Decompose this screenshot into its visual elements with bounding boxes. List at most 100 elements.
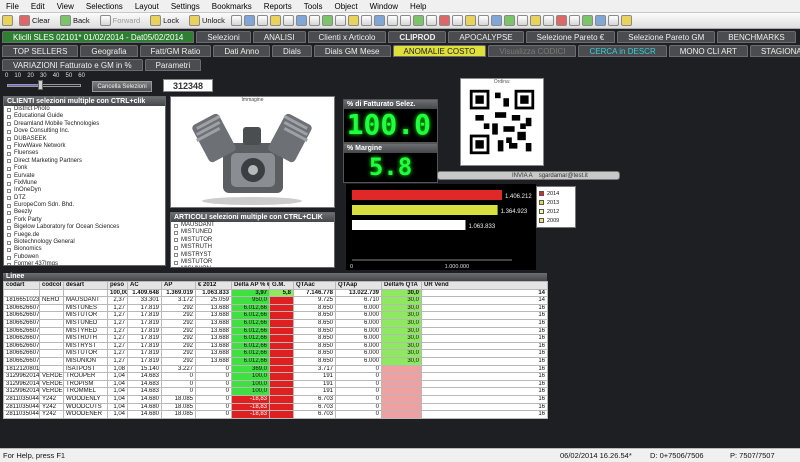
toolbar-icon[interactable] xyxy=(555,15,567,26)
toolbar-icon[interactable] xyxy=(295,15,307,26)
toolbar-icon[interactable] xyxy=(321,15,333,26)
clear-button[interactable]: Clear xyxy=(15,14,54,27)
sheet-tab[interactable]: CERCA in DESCR xyxy=(578,45,667,57)
bar-2014[interactable] xyxy=(352,190,502,200)
table-row[interactable]: 1806626607 MISTUTOR 1,27 17.819 292 13.688 6.0… xyxy=(3,349,548,358)
sheet-tab[interactable]: Dials GM Mese xyxy=(313,45,391,57)
sheet-tab[interactable]: Selezione Pareto GM xyxy=(617,31,716,43)
sheet-tab[interactable]: Selezioni xyxy=(196,31,251,43)
list-item[interactable]: Fuege.de xyxy=(4,232,165,239)
list-item[interactable]: DTZ xyxy=(4,195,165,202)
list-item[interactable]: Educational Guide xyxy=(4,113,165,120)
list-item[interactable]: Fubowen xyxy=(4,254,165,261)
unlock-button[interactable]: Unlock xyxy=(185,14,229,27)
toolbar-icon[interactable] xyxy=(230,15,242,26)
list-item[interactable]: FlowWave Network xyxy=(4,143,165,150)
toolbar-icon[interactable] xyxy=(438,15,450,26)
column-header[interactable]: desart xyxy=(63,281,108,290)
sheet-tab[interactable]: TOP SELLERS xyxy=(2,45,79,57)
sheet-tab[interactable]: Clienti x Articolo xyxy=(307,31,387,43)
list-item[interactable]: Direct Marketing Partners xyxy=(4,158,165,165)
list-item[interactable]: Dreamland Mobile Technologies xyxy=(4,121,165,128)
toolbar-icon[interactable] xyxy=(334,15,346,26)
table-row[interactable]: 1806626607 MISTUNES 1,27 17.819 292 13.688 6.0… xyxy=(3,303,548,313)
list-item[interactable]: Beezly xyxy=(4,209,165,216)
lock-button[interactable]: Lock xyxy=(146,14,183,27)
sheet-tab[interactable]: VARIAZIONI Fatturato e GM in % xyxy=(2,59,143,71)
sheet-tab[interactable]: CLIPROD xyxy=(388,31,447,43)
toolbar-icon[interactable] xyxy=(308,15,320,26)
list-item[interactable]: Biotechnology General xyxy=(4,239,165,246)
toolbar-icon[interactable] xyxy=(360,15,372,26)
column-header[interactable]: G.M. xyxy=(269,281,294,290)
toolbar-icon[interactable] xyxy=(464,15,476,26)
toolbar-icon[interactable] xyxy=(373,15,385,26)
sheet-tab[interactable]: Parametri xyxy=(144,59,202,71)
list-item[interactable]: MISTUTOR xyxy=(171,237,334,244)
sheet-tab[interactable]: Kliclli SLES 02101* 01/02/2014 - Dat05/0… xyxy=(2,31,195,43)
column-header[interactable]: Delta AP % € xyxy=(231,281,270,290)
list-item[interactable]: DUBASEEK xyxy=(4,136,165,143)
percent-slider[interactable]: 0 10 20 30 40 50 60 xyxy=(5,73,85,93)
list-item[interactable]: Fonk xyxy=(4,165,165,172)
slider-handle[interactable] xyxy=(38,80,44,90)
toolbar-icon[interactable] xyxy=(399,15,411,26)
sheet-tab[interactable]: MONO CLI ART xyxy=(668,45,748,57)
menu-item[interactable]: Reports xyxy=(258,2,298,11)
list-item[interactable]: Former 437Imgs xyxy=(4,261,165,265)
toolbar-icon[interactable] xyxy=(477,15,489,26)
list-item[interactable]: MISUNION xyxy=(171,266,334,267)
list-item[interactable]: Bionomics xyxy=(4,246,165,253)
list-item[interactable]: District Photo xyxy=(4,106,165,113)
toolbar-icon[interactable] xyxy=(568,15,580,26)
list-item[interactable]: EuropeCom Sdn. Bhd. xyxy=(4,202,165,209)
table-row[interactable]: 1806626607 MISTRYST 1,27 17.819 292 13.688 6.0… xyxy=(3,341,548,351)
toolbar-icon[interactable] xyxy=(269,15,281,26)
toolbar-icon[interactable] xyxy=(243,15,255,26)
menu-item[interactable]: Edit xyxy=(25,2,51,11)
toolbar-icon[interactable] xyxy=(607,15,619,26)
cancella-selezioni-button[interactable]: Cancella Selezioni xyxy=(92,81,152,92)
sheet-tab[interactable]: Fatt/GM Ratio xyxy=(139,45,212,57)
toolbar-icon[interactable] xyxy=(490,15,502,26)
menu-item[interactable]: Window xyxy=(364,2,404,11)
toolbar-icon[interactable] xyxy=(256,15,268,26)
list-item[interactable]: Fork Party xyxy=(4,217,165,224)
sheet-tab[interactable]: Selezione Pareto € xyxy=(525,31,616,43)
table-total-row[interactable]: 100,00 1.409.648 1.369.019 1.063.833 3,97 5,8… xyxy=(3,288,548,298)
table-row[interactable]: 1812120801 ISATPOST 1,08 15.140 3.227 0 369,0 3… xyxy=(3,364,548,374)
bar-2012[interactable] xyxy=(352,220,466,230)
toolbar-icon[interactable] xyxy=(594,15,606,26)
menu-item[interactable]: Help xyxy=(404,2,432,11)
column-header[interactable]: QTAap xyxy=(335,281,382,290)
list-item[interactable]: Eurvate xyxy=(4,173,165,180)
column-header[interactable]: peso xyxy=(107,281,128,290)
menu-item[interactable]: Object xyxy=(328,2,363,11)
sheet-tab[interactable]: Dati Anno xyxy=(213,45,271,57)
menu-item[interactable]: Settings xyxy=(165,2,206,11)
toolbar-icon[interactable] xyxy=(542,15,554,26)
column-header[interactable]: AC xyxy=(127,281,162,290)
sheet-tab[interactable]: ANOMALIE COSTO xyxy=(392,45,487,57)
table-row[interactable]: 3129962014 VERDE TROUPER 1,04 14.683 0 0 100,0 1… xyxy=(3,372,548,381)
menu-item[interactable]: Layout xyxy=(129,2,165,11)
toolbar-icon[interactable] xyxy=(516,15,528,26)
list-item[interactable]: Dove Consulting Inc. xyxy=(4,128,165,135)
back-button[interactable]: Back xyxy=(56,14,94,27)
table-row[interactable]: 1806626607 MISUNION 1,27 17.819 292 13.688 6.0… xyxy=(3,356,548,366)
menu-item[interactable]: Tools xyxy=(298,2,329,11)
table-row[interactable]: 3129962014 VERDE TROMMEL 1,04 14.683 0 0 100,0 1… xyxy=(3,387,548,396)
list-item[interactable]: InOneDyn xyxy=(4,187,165,194)
sheet-tab[interactable]: Dials xyxy=(272,45,312,57)
column-header[interactable]: AP xyxy=(161,281,196,290)
toolbar-icon[interactable] xyxy=(451,15,463,26)
list-item[interactable]: FixMune xyxy=(4,180,165,187)
list-item[interactable]: MAUSDANT xyxy=(171,222,334,229)
toolbar-icon[interactable] xyxy=(620,15,632,26)
toolbar-icon[interactable] xyxy=(386,15,398,26)
column-header[interactable]: Delta% QTA xyxy=(381,281,422,290)
list-item[interactable]: MISTRYST xyxy=(171,252,334,259)
bar-2013[interactable] xyxy=(352,205,498,215)
toolbar-icon[interactable] xyxy=(581,15,593,26)
clienti-listbox[interactable]: CLIENTI selezioni multiple con CTRL+clik… xyxy=(3,96,166,266)
